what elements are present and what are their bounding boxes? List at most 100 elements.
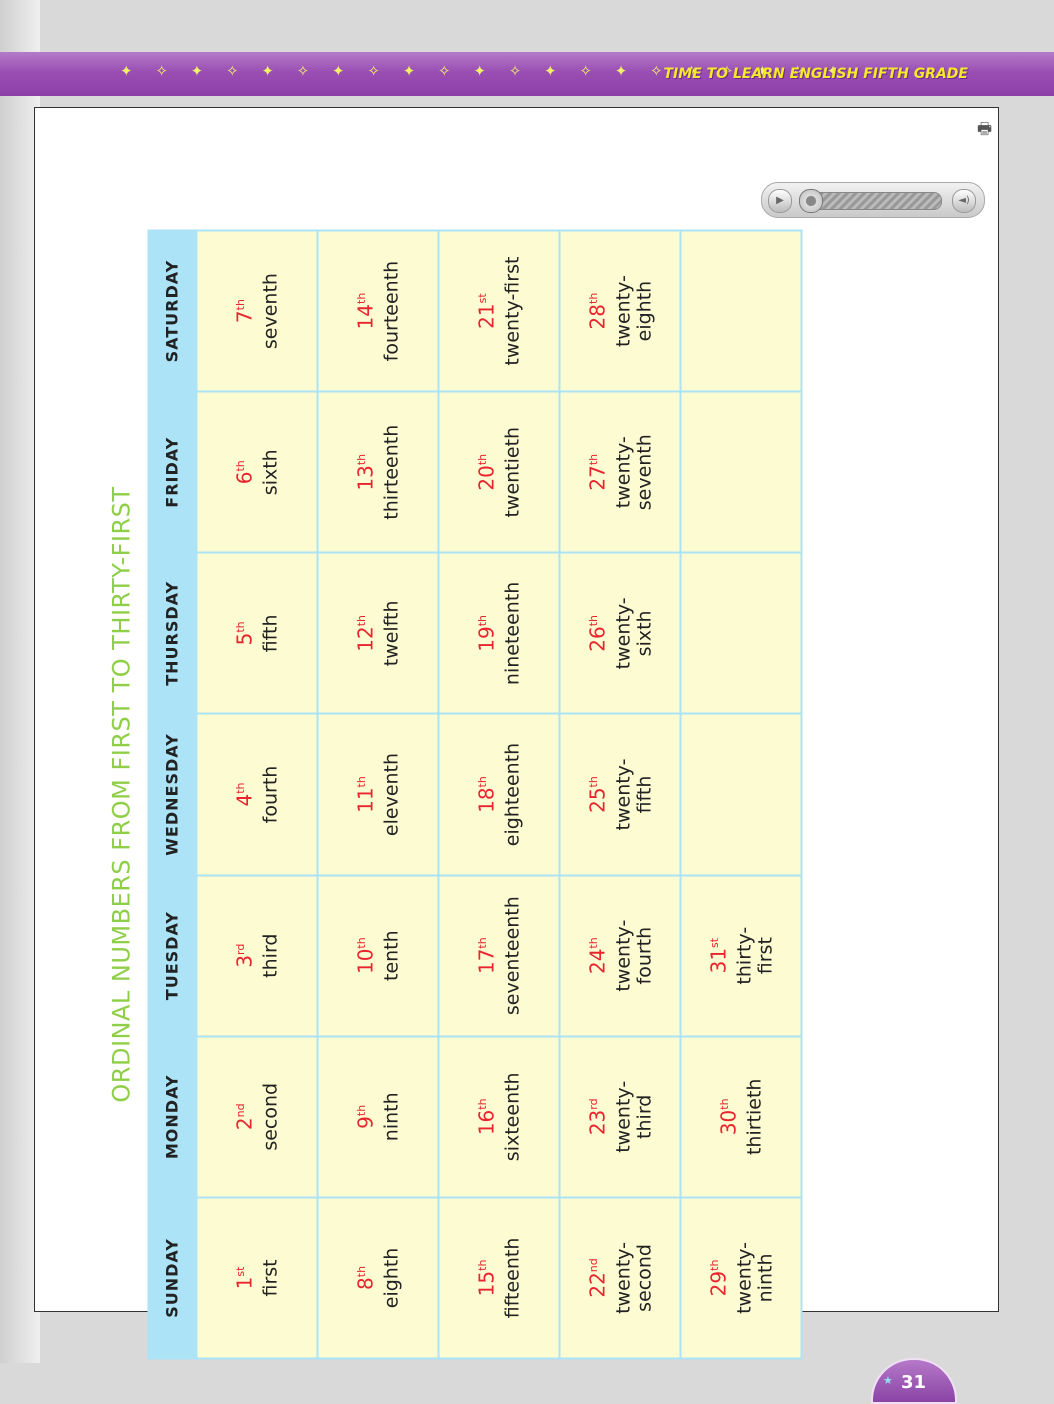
ordinal-digits: 14 — [353, 304, 378, 330]
audio-progress-track[interactable] — [799, 189, 942, 213]
ordinal-digits: 13 — [353, 465, 378, 491]
day-cell: 29th twenty- ninth — [680, 1197, 802, 1359]
ordinal-number: 8th — [354, 1198, 378, 1357]
ordinal-suffix: th — [586, 292, 600, 304]
day-cell: 20th twentieth — [438, 391, 560, 553]
day-cell: 2nd second — [196, 1036, 318, 1198]
week-row: 22nd twenty- second 23rd twenty- third 24th t… — [559, 230, 681, 1359]
ordinal-number: 21st — [475, 232, 499, 391]
ordinal-digits: 27 — [585, 465, 609, 491]
ordinal-word: twenty- seventh — [612, 434, 655, 511]
ordinal-suffix: th — [586, 776, 600, 788]
ordinal-digits: 7 — [232, 310, 257, 324]
ordinal-digits: 5 — [232, 632, 257, 646]
day-cell: 3rd third — [196, 875, 318, 1037]
ordinal-digits: 15 — [474, 1270, 499, 1297]
ordinal-number: 18th — [475, 715, 499, 874]
ordinal-number: 31st — [706, 876, 730, 1035]
ordinal-suffix: th — [707, 1259, 721, 1271]
day-header: TUESDAY — [147, 875, 197, 1037]
ordinal-number: 12th — [354, 554, 378, 713]
volume-button[interactable]: ◄) — [952, 189, 976, 213]
day-cell: 14th fourteenth — [317, 230, 439, 392]
ordinal-word: fifth — [259, 614, 282, 653]
ordinal-suffix: th — [354, 615, 368, 627]
ordinal-word: twenty- fourth — [612, 919, 655, 992]
day-cell: 28th twenty- eighth — [559, 230, 681, 392]
ordinal-digits: 10 — [353, 948, 378, 975]
ordinal-suffix: th — [475, 453, 489, 466]
ordinal-digits: 17 — [474, 948, 499, 975]
day-cell: 25th twenty- fifth — [559, 713, 681, 876]
ordinal-suffix: st — [475, 293, 489, 304]
ordinal-number: 2nd — [233, 1037, 257, 1196]
play-icon: ▶ — [776, 195, 784, 206]
ordinal-number: 11th — [354, 715, 378, 874]
day-cell: 27th twenty- seventh — [559, 391, 681, 553]
day-cell: 8th eighth — [317, 1197, 439, 1359]
print-icon[interactable]: 🖶 — [977, 118, 992, 145]
banner-title: TIME TO LEARN ENGLISH FIFTH GRADE — [663, 66, 969, 82]
day-cell: 13th thirteenth — [317, 391, 439, 553]
ordinal-suffix: th — [354, 1265, 368, 1278]
ordinal-digits: 25 — [585, 787, 609, 813]
ordinal-number: 7th — [233, 232, 257, 391]
day-cell: 23rd twenty- third — [559, 1036, 681, 1198]
ordinal-digits: 28 — [585, 304, 609, 330]
ordinal-digits: 30 — [716, 1109, 741, 1136]
day-cell: 24th twenty- fourth — [559, 875, 681, 1037]
day-header: WEDNESDAY — [147, 713, 197, 876]
page-number-badge: ★ 31 — [871, 1358, 957, 1404]
day-cell: 5th fifth — [196, 552, 318, 714]
ordinal-number: 22nd — [585, 1198, 609, 1357]
ordinal-word: fourth — [259, 765, 282, 824]
ordinal-word: twentieth — [501, 426, 524, 518]
ordinal-suffix: th — [233, 460, 247, 472]
day-header: FRIDAY — [147, 391, 197, 553]
ordinal-word: thirty- first — [733, 926, 776, 985]
ordinal-word: ninth — [380, 1092, 403, 1142]
empty-day-cell — [680, 713, 802, 876]
day-header: SUNDAY — [147, 1197, 197, 1359]
ordinal-suffix: rd — [586, 1098, 600, 1110]
ordinal-word: second — [259, 1082, 282, 1151]
ordinal-suffix: th — [233, 782, 247, 794]
ordinal-digits: 1 — [232, 1276, 257, 1290]
day-header: SATURDAY — [147, 230, 197, 392]
ordinal-number: 14th — [354, 232, 378, 391]
ordinal-word: twenty-first — [501, 256, 524, 366]
empty-day-cell — [680, 391, 802, 553]
day-cell: 30th thirtieth — [680, 1036, 802, 1198]
ordinal-digits: 26 — [585, 626, 609, 652]
page-title: ORDINAL NUMBERS FROM FIRST TO THIRTY-FIR… — [107, 486, 136, 1103]
ordinal-digits: 21 — [474, 303, 499, 329]
week-row: 15th fifteenth 16th sixteenth 17th seventeent… — [438, 230, 560, 1359]
play-button[interactable]: ▶ — [768, 189, 792, 213]
ordinal-number: 4th — [233, 715, 257, 874]
audio-progress-knob[interactable] — [799, 189, 823, 213]
ordinal-suffix: th — [354, 776, 368, 788]
ordinal-number: 6th — [233, 393, 257, 552]
ordinal-word: eighteenth — [501, 742, 524, 847]
empty-day-cell — [680, 230, 802, 392]
ordinal-word: twenty- fifth — [612, 758, 655, 831]
ordinal-suffix: st — [233, 1266, 247, 1277]
ordinal-suffix: th — [475, 776, 489, 788]
day-cell: 12th twelfth — [317, 552, 439, 714]
ordinal-word: third — [259, 933, 282, 978]
ordinal-suffix: th — [354, 453, 368, 466]
ordinal-suffix: th — [475, 1098, 489, 1110]
ordinal-digits: 12 — [353, 626, 378, 652]
ordinal-number: 27th — [585, 393, 609, 552]
ordinal-number: 15th — [475, 1198, 499, 1357]
week-row: 1st first 2nd second 3rd third 4th fourth 5th fif… — [196, 230, 318, 1359]
header-banner: ✦ ✧ ✦ ✧ ✦ ✧ ✦ ✧ ✦ ✧ ✦ ✧ ✦ ✧ ✦ ✧ ✦ ✧ ✦ ✧ … — [0, 52, 1054, 96]
ordinal-digits: 11 — [353, 787, 378, 813]
ordinal-word: twenty- ninth — [733, 1241, 776, 1314]
ordinal-calendar-table: SUNDAY MONDAY TUESDAY WEDNESDAY THURSDAY FRID… — [147, 229, 803, 1360]
day-header: MONDAY — [147, 1036, 197, 1198]
ordinal-suffix: nd — [233, 1103, 247, 1118]
ordinal-number: 24th — [585, 876, 609, 1035]
ordinal-digits: 31 — [706, 947, 730, 974]
rotated-content: ORDINAL NUMBERS FROM FIRST TO THIRTY-FIR… — [102, 229, 803, 1360]
